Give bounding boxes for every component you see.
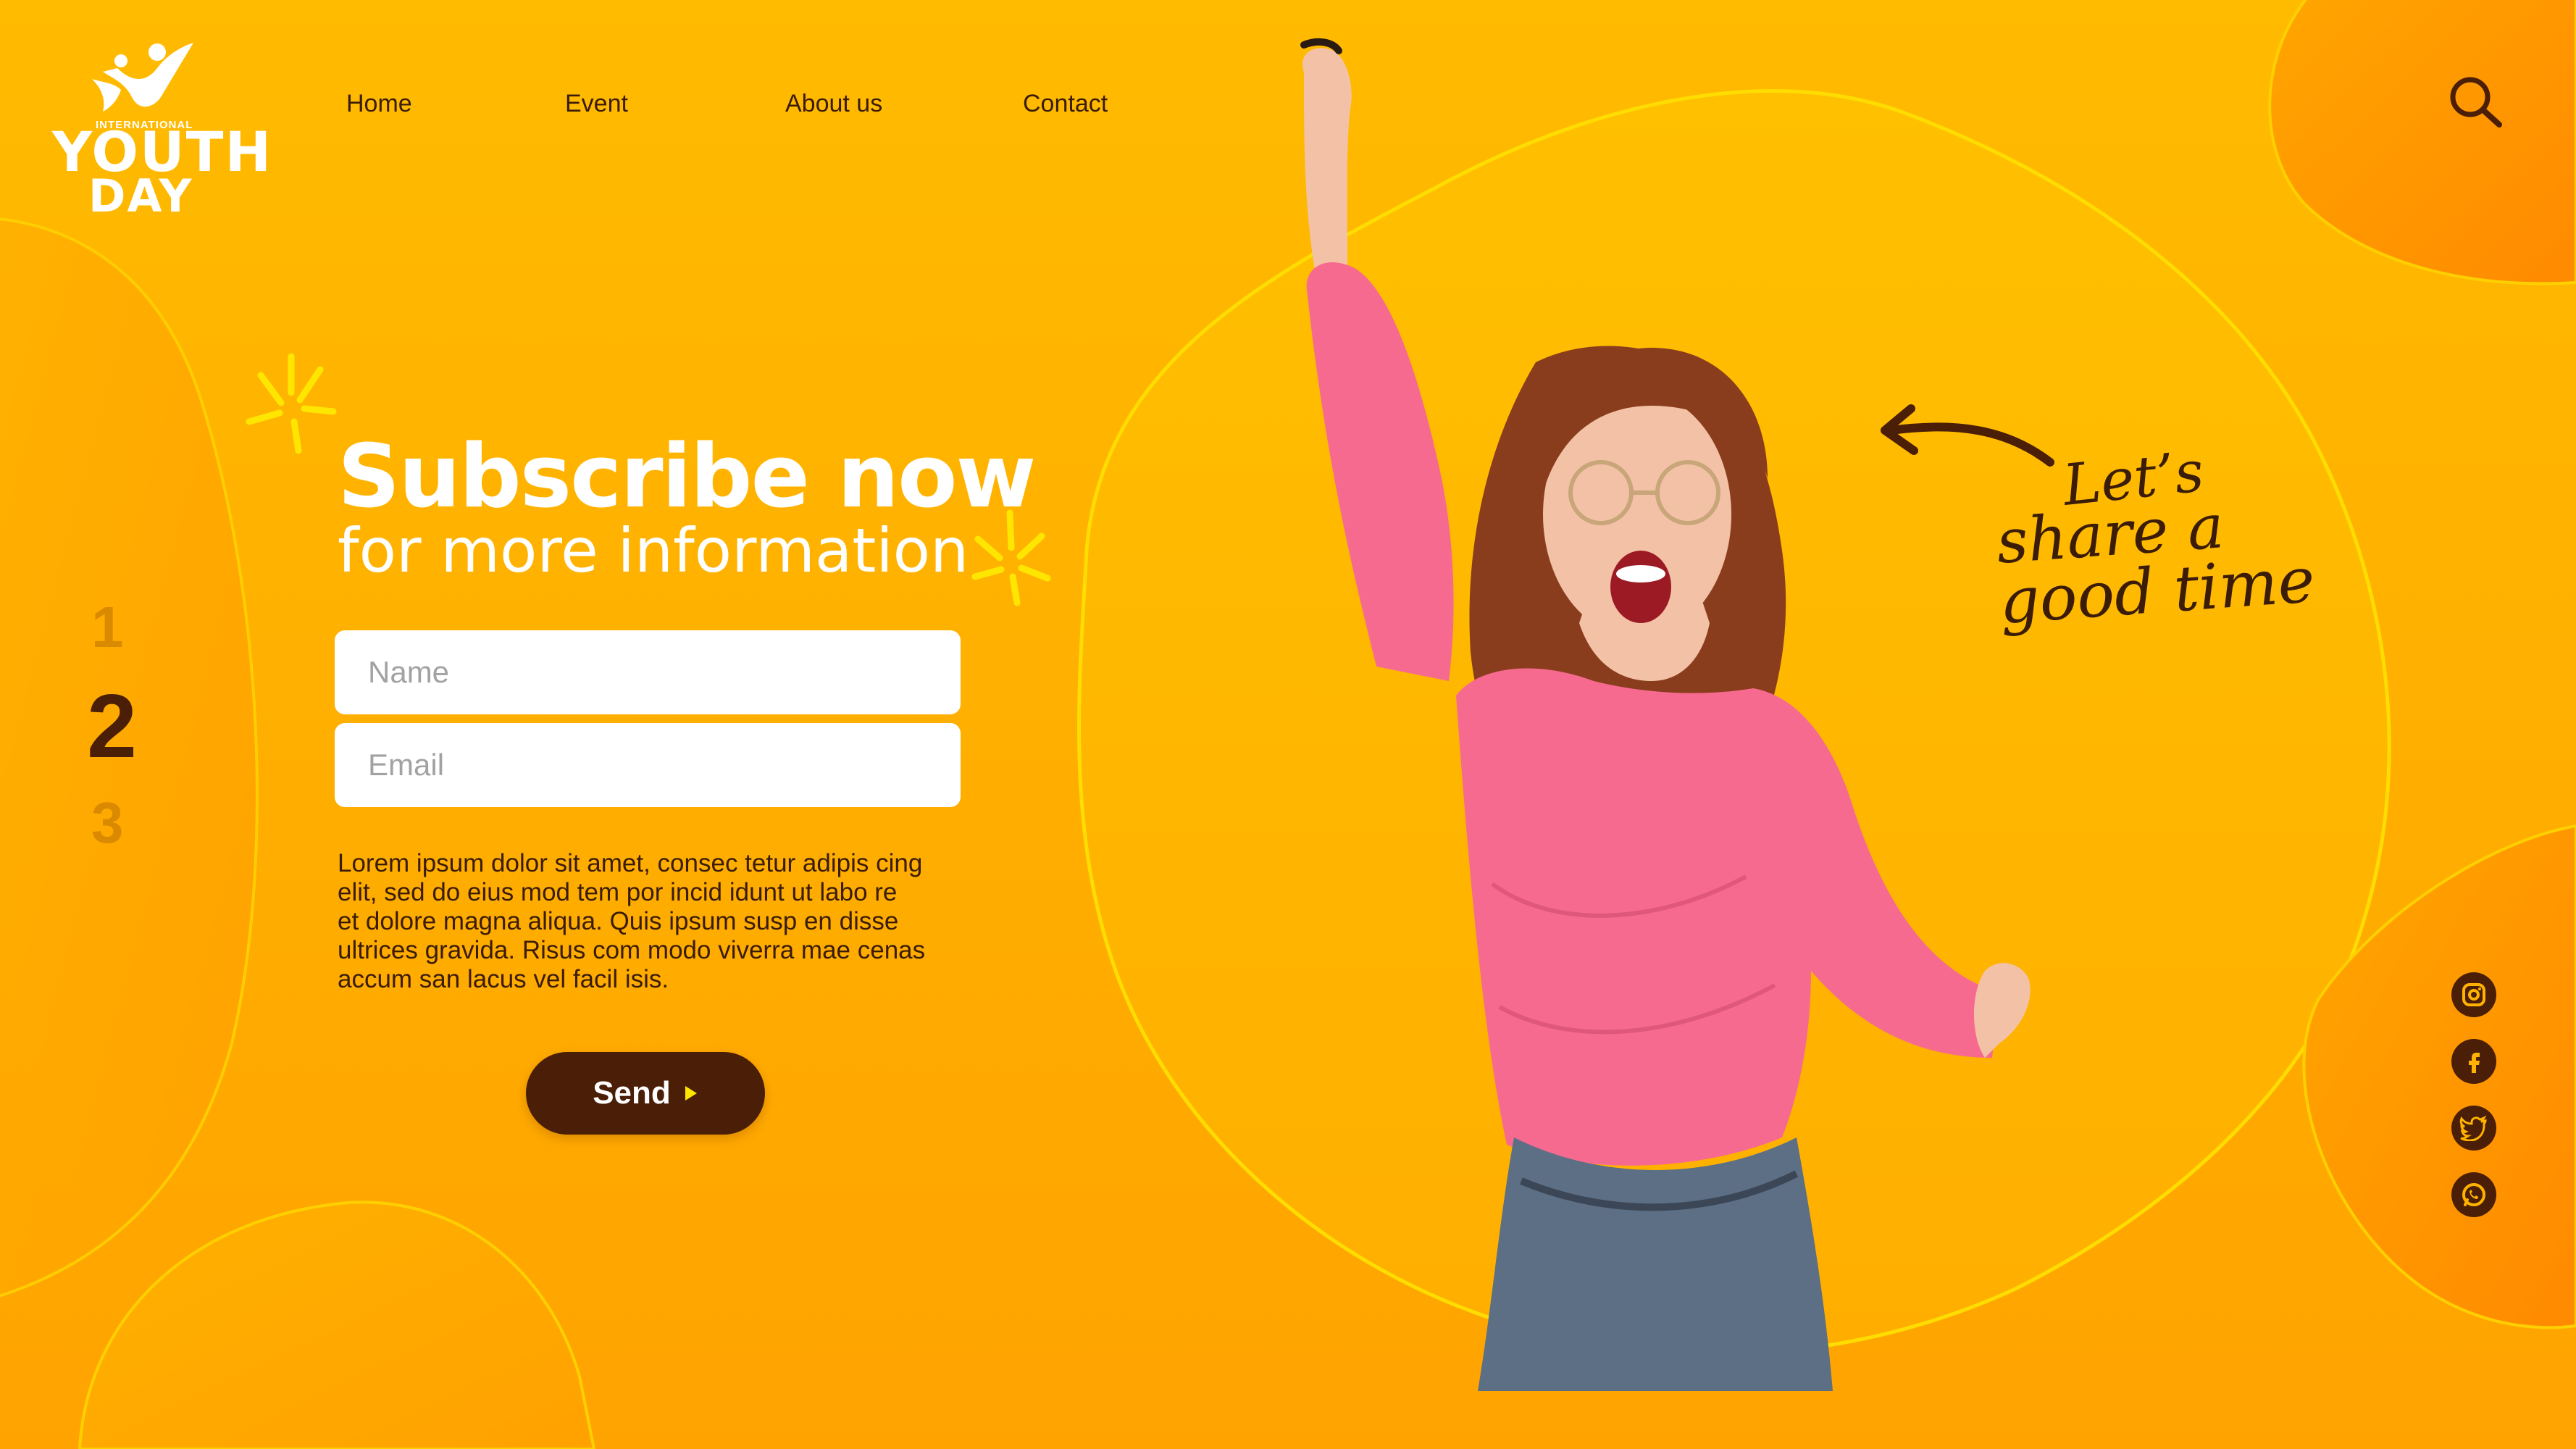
pager-item-3[interactable]: 3 — [91, 790, 124, 856]
search-icon[interactable] — [2446, 72, 2506, 133]
sparkle-icon — [246, 353, 337, 454]
pager-item-2-active[interactable]: 2 — [87, 675, 137, 778]
description-line: et dolore magna aliqua. Quis ipsum susp … — [338, 907, 899, 935]
description-line: accum san lacus vel facil isis. — [338, 965, 669, 993]
email-input[interactable] — [335, 723, 961, 807]
instagram-icon[interactable] — [2451, 972, 2496, 1017]
description-line: Lorem ipsum dolor sit amet, consec tetur… — [338, 849, 923, 877]
instagram-glyph — [2462, 983, 2485, 1006]
page-subtitle: for more information — [338, 515, 969, 586]
whatsapp-icon[interactable] — [2451, 1172, 2496, 1217]
name-input[interactable] — [335, 630, 961, 714]
description-line: ultrices gravida. Risus com modo viverra… — [338, 936, 926, 964]
description-line: elit, sed do eius mod tem por incid idun… — [338, 878, 898, 906]
nav-contact-link[interactable]: Contact — [1023, 90, 1108, 118]
twitter-glyph — [2459, 1115, 2487, 1141]
youth-day-logo[interactable]: INTERNATIONAL YOUTH DAY — [52, 39, 271, 219]
people-icon — [92, 43, 193, 112]
pager-item-1[interactable]: 1 — [91, 594, 124, 661]
play-arrow-icon — [685, 1086, 697, 1101]
page-title: Subscribe now — [338, 427, 1036, 527]
send-button-label: Send — [593, 1075, 671, 1111]
logo-word-day: DAY — [88, 170, 193, 222]
curved-arrow-icon — [1881, 404, 2054, 467]
cheering-woman-photo — [1300, 38, 2031, 1391]
description-text: Lorem ipsum dolor sit amet, consec tetur… — [338, 849, 990, 994]
facebook-glyph — [2469, 1053, 2480, 1073]
facebook-icon[interactable] — [2451, 1039, 2496, 1084]
nav-about-link[interactable]: About us — [785, 90, 882, 118]
nav-home-link[interactable]: Home — [346, 90, 412, 118]
twitter-icon[interactable] — [2451, 1106, 2496, 1151]
nav-event-link[interactable]: Event — [565, 90, 628, 118]
send-button[interactable]: Send — [526, 1052, 765, 1135]
whatsapp-glyph — [2462, 1183, 2485, 1206]
